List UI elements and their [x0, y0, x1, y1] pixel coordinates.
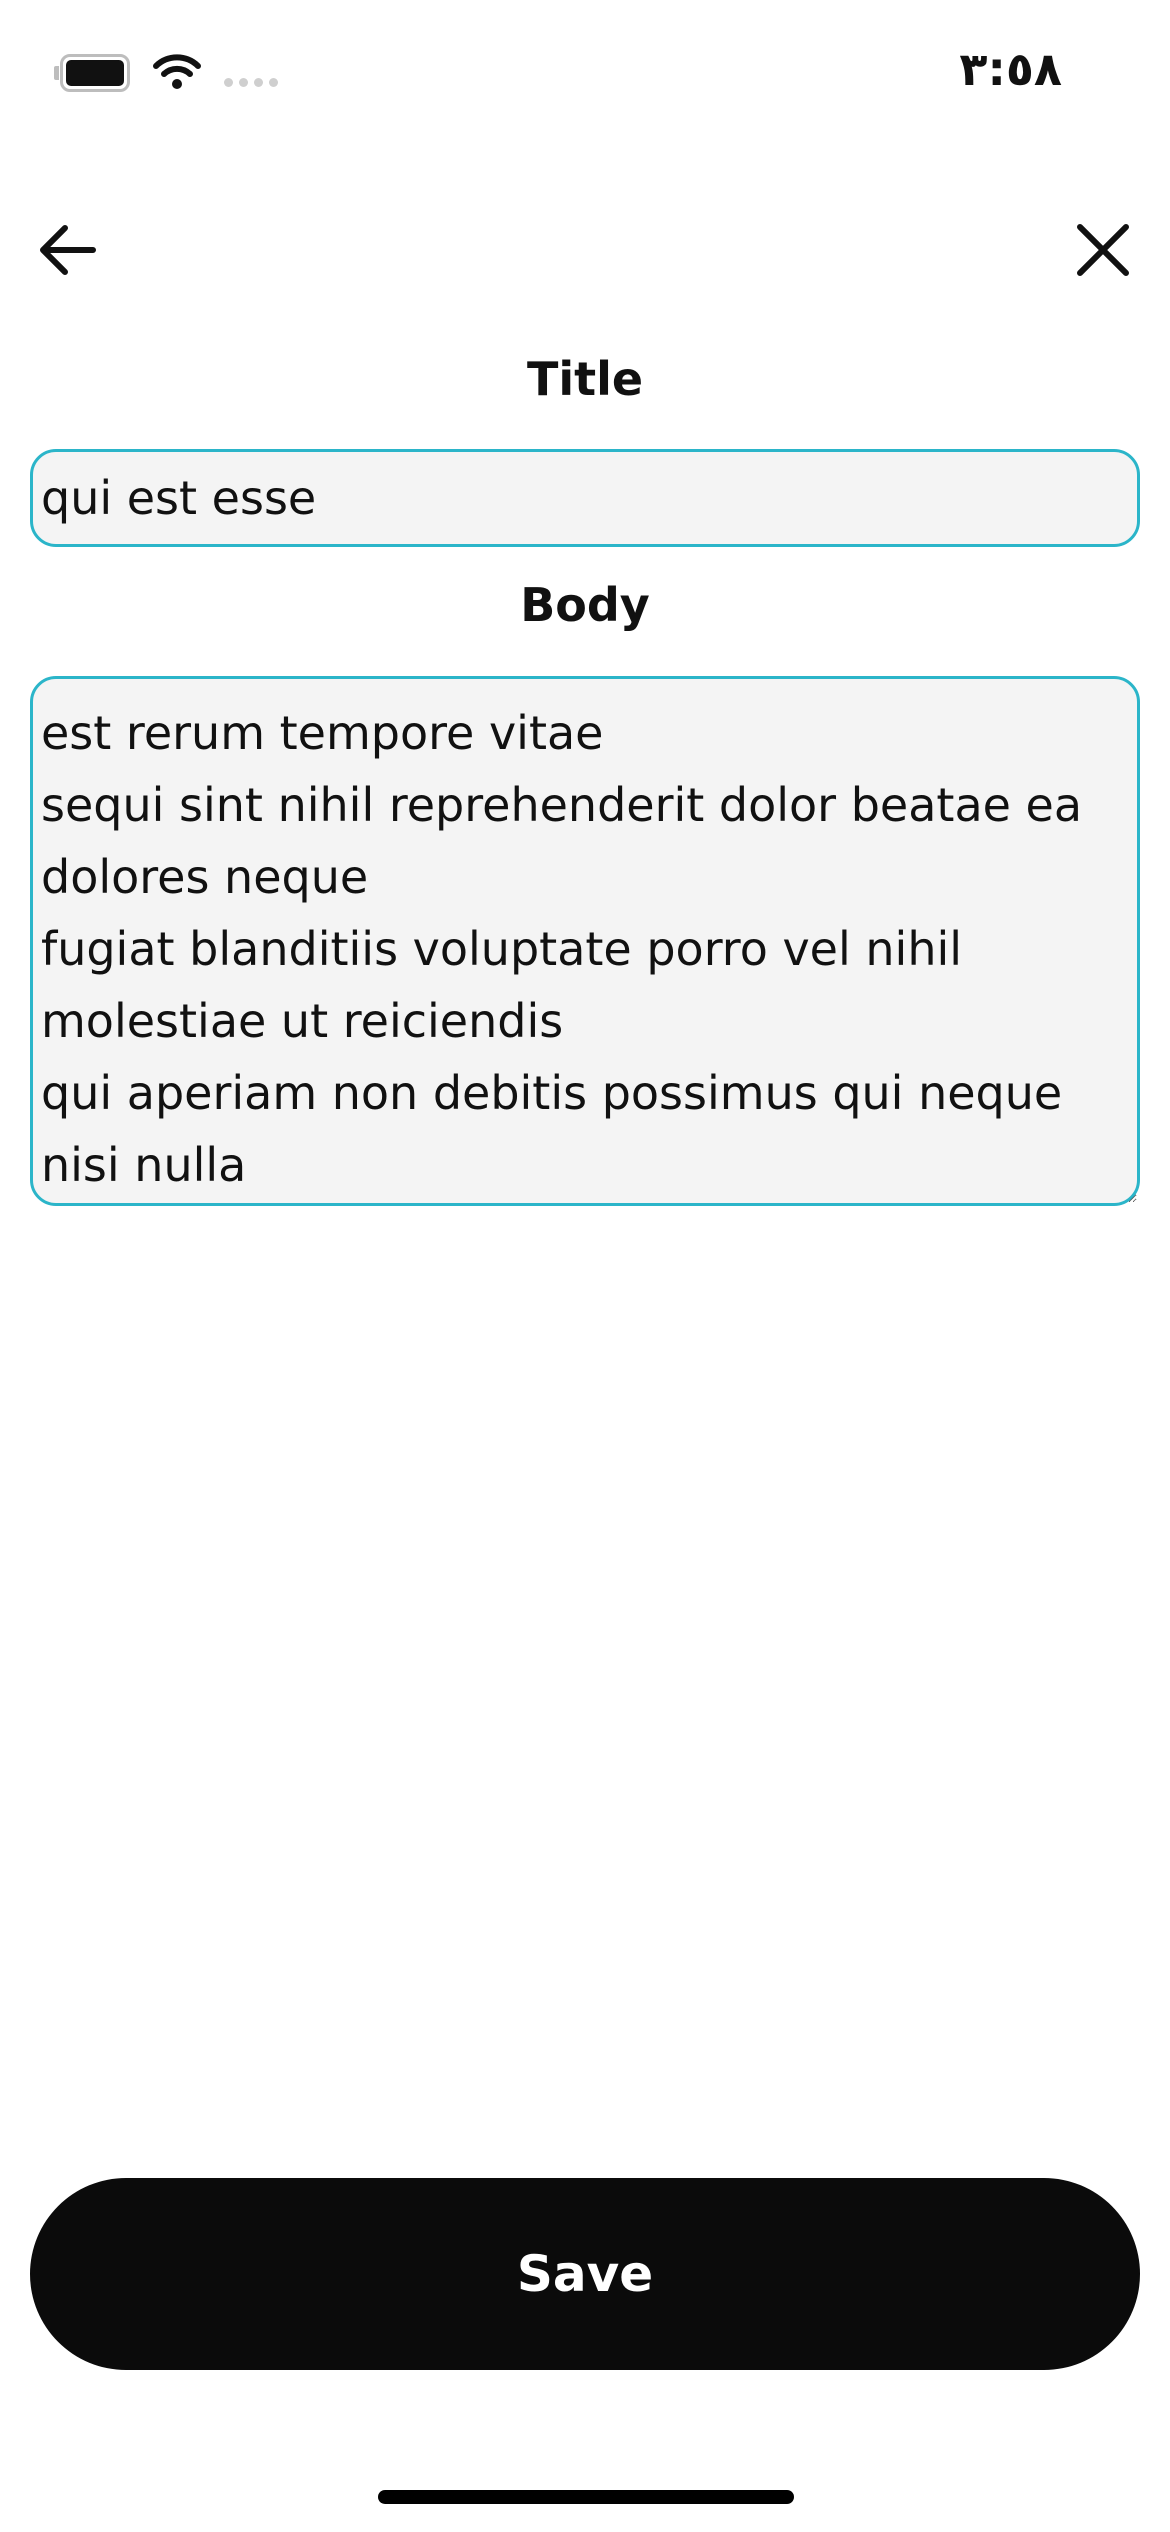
home-indicator	[378, 2490, 794, 2504]
arrow-left-icon	[40, 225, 96, 275]
title-label: Title	[526, 352, 644, 406]
body-textarea[interactable]: est rerum tempore vitae sequi sint nihil…	[30, 676, 1140, 1206]
title-input[interactable]	[30, 449, 1140, 547]
navigation-bar	[0, 205, 1170, 295]
body-label: Body	[520, 578, 650, 632]
status-bar: ٣:٥٨	[0, 0, 1170, 150]
close-button[interactable]	[1058, 205, 1148, 295]
battery-icon	[54, 54, 130, 92]
cellular-signal-icon	[224, 77, 278, 87]
edit-post-screen: ٣:٥٨ Title Body est rerum tempore vitae …	[0, 0, 1170, 2532]
back-button[interactable]	[22, 205, 112, 295]
close-icon	[1077, 224, 1129, 276]
save-button[interactable]: Save	[30, 2178, 1140, 2370]
wifi-icon	[152, 52, 202, 94]
save-button-label: Save	[516, 2245, 654, 2303]
status-icons	[54, 52, 278, 94]
status-time: ٣:٥٨	[959, 42, 1062, 96]
